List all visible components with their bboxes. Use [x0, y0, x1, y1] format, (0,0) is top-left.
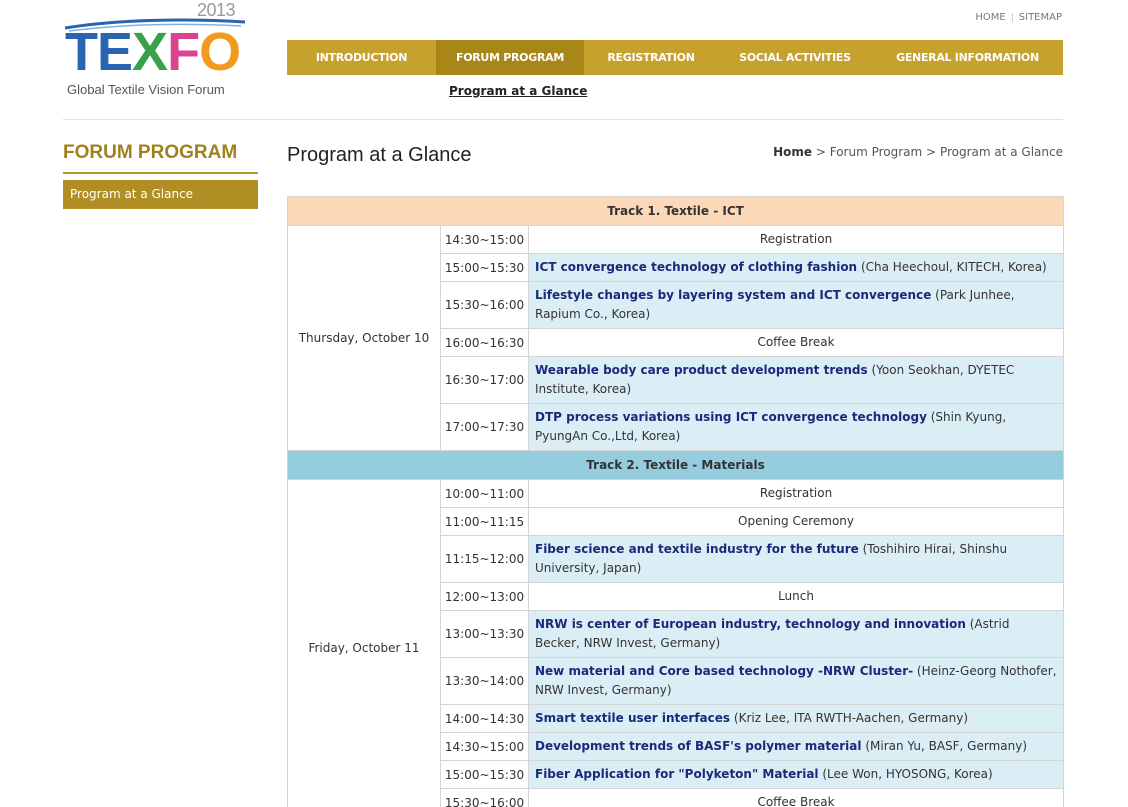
session-break: Registration: [527, 479, 1065, 508]
utility-separator: |: [1010, 13, 1014, 23]
logo-letter: F: [167, 22, 200, 82]
session-break: Coffee Break: [527, 328, 1065, 357]
nav-introduction[interactable]: INTRODUCTION: [287, 40, 436, 75]
session-title: Fiber science and textile industry for t…: [535, 542, 859, 556]
time-cell: 11:15~12:00: [440, 535, 529, 583]
table-row: Friday, October 11 10:00~11:00 Registratio…: [287, 479, 1065, 807]
logo-letter: T: [65, 22, 98, 82]
page-title: Program at a Glance: [287, 144, 472, 166]
logo-year: 2013: [197, 0, 236, 20]
nav-social-activities[interactable]: SOCIAL ACTIVITIES: [718, 40, 872, 75]
track-header: Track 1. Textile - ICT: [286, 196, 1065, 226]
logo-wordmark: TEXFO: [65, 22, 241, 82]
main-navigation: INTRODUCTION FORUM PROGRAM REGISTRATION …: [287, 40, 1063, 75]
time-cell: 16:00~16:30: [440, 328, 529, 357]
session-cell: Fiber Application for "Polyketon" Materi…: [527, 760, 1065, 789]
session-cell: Lifestyle changes by layering system and…: [527, 281, 1065, 329]
nav-general-information[interactable]: GENERAL INFORMATION: [872, 40, 1063, 75]
nav-registration[interactable]: REGISTRATION: [584, 40, 718, 75]
time-cell: 13:00~13:30: [440, 610, 529, 658]
home-link[interactable]: HOME: [975, 12, 1005, 23]
session-title: Fiber Application for "Polyketon" Materi…: [535, 767, 819, 781]
breadcrumb-current: Program at a Glance: [939, 145, 1063, 159]
session-title: New material and Core based technology -…: [535, 664, 914, 678]
logo-letter: X: [132, 22, 168, 82]
session-speaker: (Cha Heechoul, KITECH, Korea): [860, 260, 1047, 274]
logo-letter: O: [199, 22, 241, 82]
session-speaker: (Kriz Lee, ITA RWTH-Aachen, Germany): [733, 711, 969, 725]
session-speaker: (Miran Yu, BASF, Germany): [865, 739, 1028, 753]
sitemap-link[interactable]: SITEMAP: [1019, 12, 1062, 23]
session-break: Registration: [527, 225, 1065, 254]
time-cell: 10:00~11:00: [440, 479, 529, 508]
nav-forum-program[interactable]: FORUM PROGRAM: [436, 40, 584, 75]
day-cell: Thursday, October 10: [287, 225, 441, 451]
session-cell: Fiber science and textile industry for t…: [527, 535, 1065, 583]
sidebar-item-program-at-a-glance[interactable]: Program at a Glance: [63, 180, 258, 209]
sidebar-title: FORUM PROGRAM: [63, 142, 238, 163]
subnav-program-at-a-glance[interactable]: Program at a Glance: [449, 84, 587, 98]
session-break: Coffee Break: [527, 788, 1065, 807]
session-cell: ICT convergence technology of clothing f…: [527, 253, 1065, 282]
session-title: ICT convergence technology of clothing f…: [535, 260, 858, 274]
session-speaker: (Lee Won, HYOSONG, Korea): [822, 767, 993, 781]
utility-links: HOME | SITEMAP: [975, 12, 1062, 23]
breadcrumb-home[interactable]: Home: [773, 145, 812, 159]
session-title: NRW is center of European industry, tech…: [535, 617, 966, 631]
session-cell: Smart textile user interfaces (Kriz Lee,…: [527, 704, 1065, 733]
session-title: DTP process variations using ICT converg…: [535, 410, 927, 424]
breadcrumb-separator: >: [926, 145, 937, 159]
session-title: Lifestyle changes by layering system and…: [535, 288, 932, 302]
time-cell: 15:30~16:00: [440, 788, 529, 807]
time-cell: 15:00~15:30: [440, 253, 529, 282]
session-title: Development trends of BASF's polymer mat…: [535, 739, 862, 753]
time-cell: 13:30~14:00: [440, 657, 529, 705]
track-header: Track 2. Textile - Materials: [286, 450, 1065, 480]
time-cell: 15:00~15:30: [440, 760, 529, 789]
breadcrumb-separator: >: [815, 145, 826, 159]
time-cell: 15:30~16:00: [440, 281, 529, 329]
session-break: Lunch: [527, 582, 1065, 611]
header-divider: [63, 119, 1063, 120]
session-break: Opening Ceremony: [527, 507, 1065, 536]
time-cell: 11:00~11:15: [440, 507, 529, 536]
logo-letter: E: [97, 22, 133, 82]
session-cell: New material and Core based technology -…: [527, 657, 1065, 705]
time-cell: 14:30~15:00: [440, 225, 529, 254]
session-cell: Development trends of BASF's polymer mat…: [527, 732, 1065, 761]
logo-tagline: Global Textile Vision Forum: [67, 82, 225, 97]
table-row: Thursday, October 10 14:30~15:00 Registrat…: [287, 225, 1065, 451]
day-cell: Friday, October 11: [287, 479, 441, 807]
session-cell: DTP process variations using ICT converg…: [527, 403, 1065, 451]
session-cell: Wearable body care product development t…: [527, 356, 1065, 404]
program-table: Track 1. Textile - ICT Thursday, October …: [286, 196, 1065, 807]
time-cell: 16:30~17:00: [440, 356, 529, 404]
session-title: Wearable body care product development t…: [535, 363, 868, 377]
session-title: Smart textile user interfaces: [535, 711, 731, 725]
session-cell: NRW is center of European industry, tech…: [527, 610, 1065, 658]
time-cell: 14:30~15:00: [440, 732, 529, 761]
sidebar-divider: [63, 172, 258, 174]
breadcrumb: Home > Forum Program > Program at a Glan…: [773, 145, 1063, 159]
time-cell: 14:00~14:30: [440, 704, 529, 733]
breadcrumb-forum-program[interactable]: Forum Program: [830, 145, 923, 159]
time-cell: 17:00~17:30: [440, 403, 529, 451]
texfo-logo[interactable]: 2013 TEXFO Global Textile Vision Forum: [63, 0, 248, 100]
time-cell: 12:00~13:00: [440, 582, 529, 611]
